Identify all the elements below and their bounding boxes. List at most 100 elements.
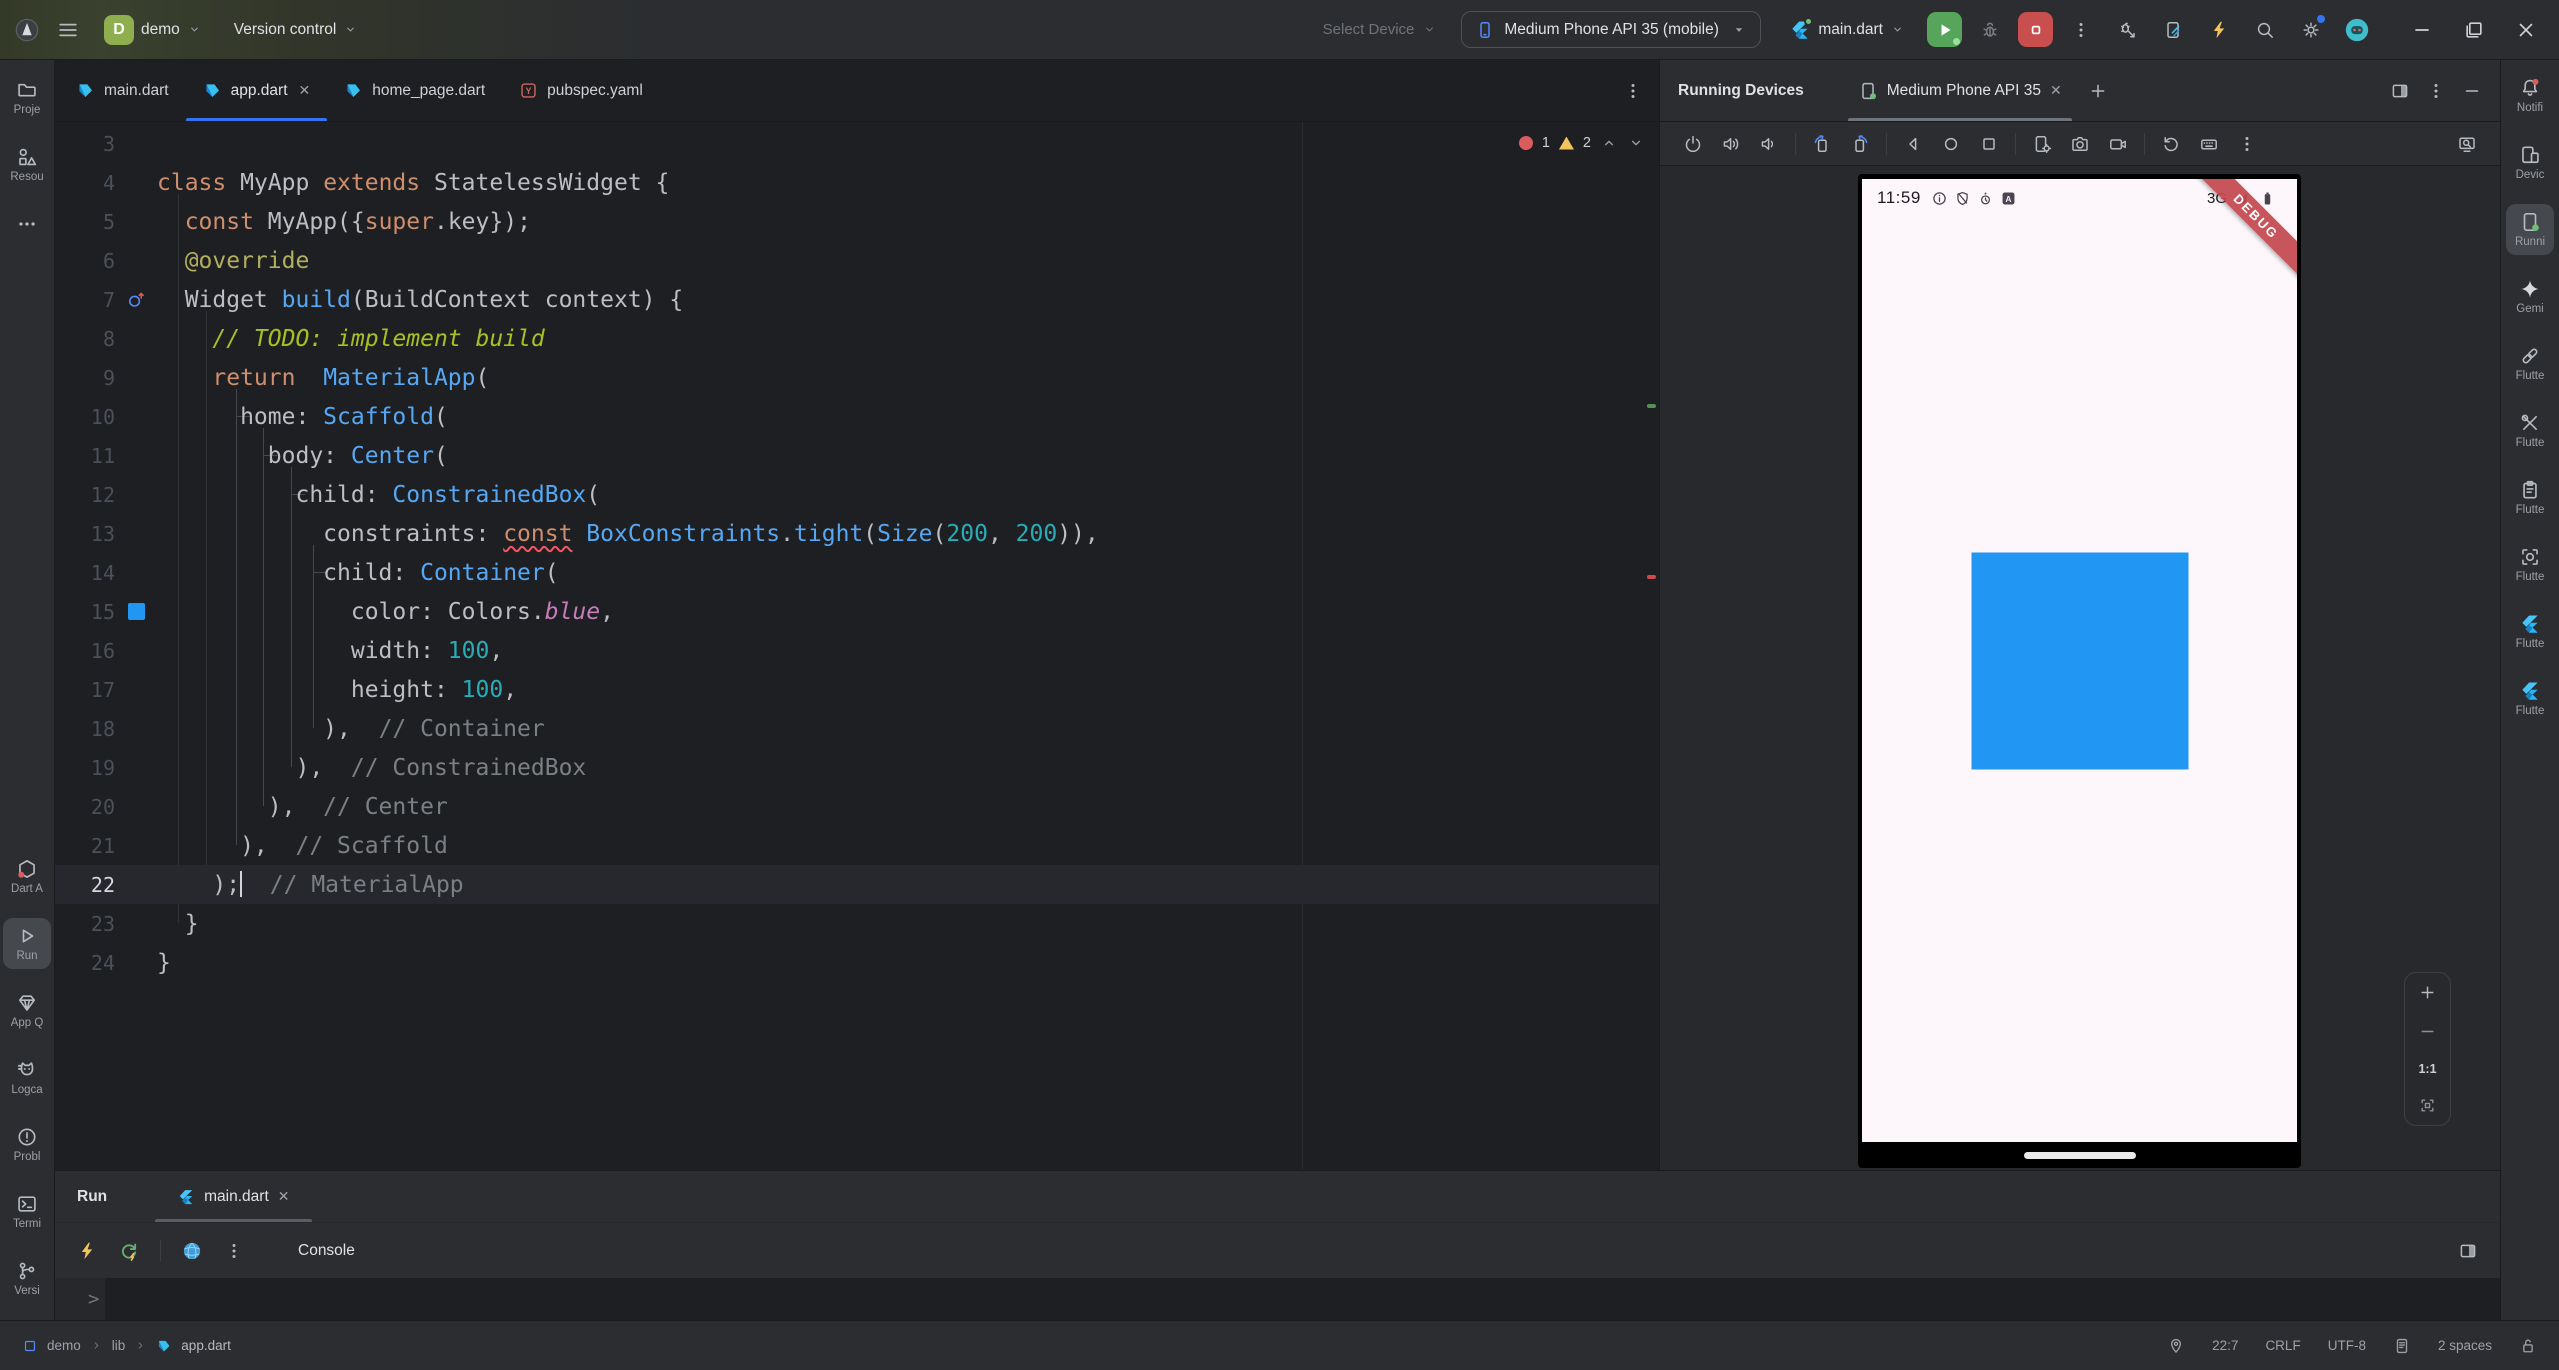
code-line[interactable]: 18 ), // Container (55, 709, 1659, 748)
caret-position-widget[interactable]: 22:7 (2212, 1338, 2238, 1353)
zoom-in-button[interactable] (2418, 983, 2437, 1002)
breadcrumb[interactable]: demo lib app.dart (22, 1338, 231, 1354)
sidebar-item-resource-manager[interactable]: Resou (3, 139, 51, 190)
close-button[interactable] (2515, 19, 2537, 41)
prev-problem-icon[interactable] (1600, 134, 1618, 152)
code-line[interactable]: 4class MyApp extends StatelessWidget { (55, 163, 1659, 202)
code-line[interactable]: 6 @override (55, 241, 1659, 280)
vcs-widget[interactable]: Version control (226, 15, 367, 45)
editor-tab-home_page.dart[interactable]: home_page.dart (327, 60, 502, 121)
editor-tab-app.dart[interactable]: app.dart✕ (186, 60, 328, 121)
sidebar-item-flutter-performance[interactable]: Flutte (2506, 338, 2554, 389)
more-console-actions[interactable] (216, 1235, 252, 1267)
override-marker-icon[interactable] (126, 290, 146, 310)
run-configuration-selector[interactable]: main.dart (1789, 19, 1905, 41)
actual-size-button[interactable]: 1:1 (2418, 1062, 2436, 1076)
sidebar-item-dart-analysis[interactable]: Dart A (3, 851, 51, 902)
indent-widget[interactable]: 2 spaces (2438, 1338, 2492, 1353)
run-button[interactable] (1927, 12, 1962, 47)
console-output[interactable]: > (55, 1278, 2500, 1320)
device-selector[interactable]: Medium Phone API 35 (mobile) (1461, 11, 1761, 48)
fit-to-screen-button[interactable] (2418, 1096, 2437, 1115)
display-mode-button[interactable] (2448, 128, 2486, 160)
code-line[interactable]: 20 ), // Center (55, 787, 1659, 826)
code-line[interactable]: 3 (55, 124, 1659, 163)
locate-icon[interactable] (2167, 1337, 2185, 1355)
sidebar-item-flutter-outline[interactable]: Flutte (2506, 472, 2554, 523)
sidebar-item-gemini[interactable]: Gemi (2506, 271, 2554, 322)
editor-tab-main.dart[interactable]: main.dart (59, 60, 186, 121)
sidebar-item-run[interactable]: Run (3, 918, 51, 969)
sidebar-item-flutter-1[interactable]: Flutte (2506, 606, 2554, 657)
sidebar-item-logcat[interactable]: Logca (3, 1052, 51, 1103)
breadcrumb-file[interactable]: app.dart (181, 1338, 231, 1353)
code-line[interactable]: 16 width: 100, (55, 631, 1659, 670)
gesture-nav-pill[interactable] (2024, 1152, 2136, 1159)
device-tab[interactable]: Medium Phone API 35 ✕ (1848, 60, 2072, 121)
analysis-stripe-mark[interactable] (1647, 404, 1656, 408)
code-editor[interactable]: 34class MyApp extends StatelessWidget {5… (55, 122, 1659, 1169)
next-problem-icon[interactable] (1627, 134, 1645, 152)
breadcrumb-project[interactable]: demo (47, 1338, 81, 1353)
debug-button[interactable] (1972, 12, 2008, 48)
unlocked-icon[interactable] (2519, 1337, 2537, 1355)
sidebar-item-flutter-tools[interactable]: Flutte (2506, 405, 2554, 456)
tab-options-icon[interactable] (1623, 81, 1643, 101)
code-line[interactable]: 17 height: 100, (55, 670, 1659, 709)
back-button[interactable] (1894, 128, 1932, 160)
code-line[interactable]: 15 color: Colors.blue, (55, 592, 1659, 631)
sidebar-item-terminal[interactable]: Termi (3, 1186, 51, 1237)
add-device-tab-icon[interactable] (2088, 81, 2108, 101)
sidebar-item-project[interactable]: Proje (3, 72, 51, 123)
volume-up-button[interactable] (1712, 128, 1750, 160)
sidebar-item-flutter-inspector[interactable]: Flutte (2506, 539, 2554, 590)
encoding-widget[interactable]: UTF-8 (2328, 1338, 2366, 1353)
code-line[interactable]: 5 const MyApp({super.key}); (55, 202, 1659, 241)
code-line[interactable]: 8 // TODO: implement build (55, 319, 1659, 358)
analysis-stripe-mark[interactable] (1647, 575, 1656, 579)
code-line[interactable]: 19 ), // ConstrainedBox (55, 748, 1659, 787)
open-devtools-button[interactable] (174, 1235, 210, 1267)
hot-reload-button[interactable] (69, 1235, 105, 1267)
split-panel-icon[interactable] (2390, 81, 2410, 101)
code-line[interactable]: 21 ), // Scaffold (55, 826, 1659, 865)
inspection-widget[interactable]: 1 2 (1519, 134, 1645, 152)
code-line[interactable]: 12 child: ConstrainedBox( (55, 475, 1659, 514)
sidebar-item-notifications[interactable]: Notifi (2506, 70, 2554, 121)
layout-settings-button[interactable] (2450, 1235, 2486, 1267)
close-tab-icon[interactable]: ✕ (299, 82, 311, 99)
home-button[interactable] (1932, 128, 1970, 160)
code-line[interactable]: 14 child: Container( (55, 553, 1659, 592)
emulator-screen[interactable]: 11:59 A 3G DEBUG (1862, 179, 2297, 1142)
search-everywhere-button[interactable] (2247, 12, 2283, 48)
sidebar-item-app-quality-insights[interactable]: App Q (3, 985, 51, 1036)
code-line[interactable]: 24} (55, 943, 1659, 982)
overview-button[interactable] (1970, 128, 2008, 160)
sidebar-item-more-tool-windows[interactable] (3, 206, 51, 245)
breadcrumb-folder[interactable]: lib (112, 1338, 126, 1353)
flutter-attach-button[interactable] (2109, 12, 2145, 48)
code-line[interactable]: 22 ); // MaterialApp (55, 865, 1659, 904)
snapshot-restore-button[interactable] (2152, 128, 2190, 160)
screen-record-button[interactable] (2099, 128, 2137, 160)
more-run-actions[interactable] (2063, 12, 2099, 48)
stop-button[interactable] (2018, 12, 2053, 47)
code-line[interactable]: 7 Widget build(BuildContext context) { (55, 280, 1659, 319)
project-widget[interactable]: D demo (96, 9, 210, 51)
volume-down-button[interactable] (1750, 128, 1788, 160)
device-settings-button[interactable] (2023, 128, 2061, 160)
more-device-actions-button[interactable] (2228, 128, 2266, 160)
code-line[interactable]: 11 body: Center( (55, 436, 1659, 475)
code-line[interactable]: 9 return MaterialApp( (55, 358, 1659, 397)
rotate-right-button[interactable] (1841, 128, 1879, 160)
sidebar-item-problems[interactable]: Probl (3, 1119, 51, 1170)
minimize-button[interactable] (2411, 19, 2433, 41)
maximize-button[interactable] (2463, 19, 2485, 41)
line-separator-widget[interactable]: CRLF (2265, 1338, 2300, 1353)
run-tab[interactable]: main.dart ✕ (153, 1171, 313, 1222)
sidebar-item-device-manager[interactable]: Devic (2506, 137, 2554, 188)
editor-tab-pubspec.yaml[interactable]: Ypubspec.yaml (502, 60, 660, 121)
settings-button[interactable] (2293, 12, 2329, 48)
power-button[interactable] (1674, 128, 1712, 160)
sidebar-item-version-control[interactable]: Versi (3, 1253, 51, 1304)
